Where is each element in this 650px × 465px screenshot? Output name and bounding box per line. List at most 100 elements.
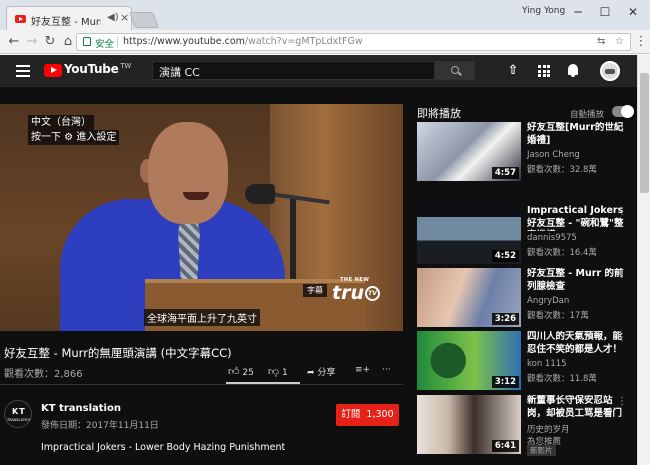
- more-actions-icon[interactable]: ···: [382, 365, 391, 375]
- lock-icon: [83, 37, 91, 46]
- dislike-count: 1: [282, 368, 288, 378]
- back-icon[interactable]: ←: [6, 34, 22, 50]
- recommended-title[interactable]: 好友互整[Murr的世紀婚禮]: [527, 122, 627, 147]
- search-input[interactable]: 演講 CC: [152, 61, 435, 80]
- account-avatar[interactable]: [600, 61, 620, 81]
- video-frame-microphone: [245, 184, 275, 204]
- recommended-thumbnail[interactable]: 3:26: [417, 268, 521, 327]
- recommended-video-5[interactable]: 6:41 新董事长守保安忍站岗，却被员工骂是看门 历史的岁月 為您推薦 新影片 …: [417, 395, 632, 456]
- minimize-button[interactable]: ─: [565, 2, 591, 22]
- autoplay-toggle[interactable]: [612, 105, 634, 118]
- youtube-favicon-icon: [15, 15, 26, 23]
- video-duration: 4:57: [491, 167, 519, 179]
- page-scrollbar[interactable]: [637, 55, 650, 465]
- video-title: 好友互整 - Murr的無厘頭演講 (中文字幕CC): [4, 346, 232, 360]
- recommended-video-2[interactable]: 4:52 Impractical Jokers 好友互整 - "碗和鷺"整容機構…: [417, 205, 632, 265]
- recommended-views: 觀看次數：32.8萬: [527, 165, 597, 175]
- search-icon: [451, 66, 459, 74]
- youtube-logo-icon[interactable]: [44, 64, 62, 77]
- dislike-button[interactable]: 👎︎ 1: [268, 365, 288, 378]
- recommended-video-4[interactable]: 3:12 四川人的天氣預報，能忍住不笑的都是人才！ kon 1115 觀看次數：…: [417, 331, 632, 391]
- recommended-views: 觀看次數：17萬: [527, 311, 589, 321]
- recommended-channel: Jason Cheng: [527, 150, 580, 160]
- video-duration: 6:41: [491, 440, 519, 452]
- omnibox[interactable]: 安全 https://www.youtube.com/watch?v=gMTpL…: [76, 33, 631, 51]
- recommended-title[interactable]: 四川人的天氣預報，能忍住不笑的都是人才！: [527, 331, 627, 356]
- more-options-icon[interactable]: ⋮: [617, 269, 627, 280]
- up-next-heading: 即將播放: [417, 107, 461, 120]
- tab-close-icon[interactable]: ×: [120, 11, 129, 24]
- youtube-logo-text[interactable]: YouTube TW: [64, 62, 131, 76]
- omnibox-separator: [117, 37, 118, 48]
- trutv-watermark: THE NEW tru TV: [332, 277, 380, 304]
- recommended-channel: kon 1115: [527, 359, 567, 369]
- recommended-thumbnail[interactable]: 4:57: [417, 122, 521, 181]
- more-options-icon[interactable]: ⋮: [617, 123, 627, 134]
- recommended-title[interactable]: 好友互整 - Murr 的前列腺檢查: [527, 268, 627, 293]
- recommended-views: 觀看次數：16.4萬: [527, 248, 597, 258]
- address-bar-row: ← → ↻ ⌂ 安全 https://www.youtube.com/watch…: [0, 30, 650, 54]
- video-duration: 3:12: [491, 376, 519, 388]
- recommended-title[interactable]: 新董事长守保安忍站岗，却被员工骂是看门: [527, 395, 627, 420]
- star-icon[interactable]: ☆: [615, 36, 624, 47]
- browser-user-name[interactable]: Ying Yong: [522, 6, 565, 16]
- browser-tab[interactable]: 好友互整 - Murr的無 ◀) ×: [6, 6, 132, 32]
- channel-avatar[interactable]: KT TRANSLATION: [4, 400, 32, 428]
- url-text[interactable]: https://www.youtube.com/watch?v=gMTpLdxt…: [123, 36, 363, 47]
- video-duration: 3:26: [491, 313, 519, 325]
- caption-settings-hint: 按一下 ⚙ 進入設定: [28, 130, 120, 145]
- recommended-video-1[interactable]: 4:57 好友互整[Murr的世紀婚禮] Jason Cheng 觀看次數：32…: [417, 122, 632, 182]
- share-icon: ➦: [307, 368, 315, 378]
- recommended-thumbnail[interactable]: 3:12: [417, 331, 521, 390]
- view-count: 觀看次數：2,866: [4, 369, 83, 380]
- more-options-icon[interactable]: ⋮: [617, 206, 627, 217]
- autoplay-label: 自動播放: [570, 110, 605, 120]
- video-frame-mouth: [183, 192, 209, 200]
- watermark-word: tru: [332, 282, 364, 304]
- url-path: /watch?v=gMTpLdxtFGw: [244, 36, 363, 47]
- add-to-playlist-icon[interactable]: ≡+: [355, 365, 370, 375]
- recommended-video-3[interactable]: 3:26 好友互整 - Murr 的前列腺檢查 AngryDan 觀看次數：17…: [417, 268, 632, 328]
- tab-title: 好友互整 - Murr的無: [31, 17, 101, 28]
- youtube-header: YouTube TW 演講 CC ⇧: [0, 55, 637, 87]
- like-button[interactable]: 👍︎ 25: [228, 365, 254, 378]
- like-icon: 👍︎: [228, 365, 240, 378]
- recommended-thumbnail[interactable]: 4:52: [417, 205, 521, 264]
- menu-kebab-icon[interactable]: ⋮: [633, 34, 649, 50]
- recommended-channel: dannis9575: [527, 233, 577, 243]
- subtitle-tag: 字幕: [303, 284, 327, 297]
- upload-icon[interactable]: ⇧: [506, 64, 520, 77]
- secure-label: 安全: [95, 39, 115, 50]
- apps-icon[interactable]: [538, 65, 550, 77]
- home-icon[interactable]: ⌂: [60, 34, 76, 50]
- dislike-icon: 👎︎: [268, 365, 280, 378]
- more-options-icon[interactable]: ⋮: [617, 332, 627, 343]
- search-button[interactable]: [435, 61, 475, 80]
- recommended-title[interactable]: Impractical Jokers 好友互整 - "碗和鷺"整容機構: [527, 205, 627, 231]
- subscribe-button[interactable]: 訂閱 1,300: [336, 404, 399, 426]
- like-count: 25: [242, 368, 254, 378]
- share-button[interactable]: ➦ 分享: [307, 365, 335, 378]
- scrollbar-thumb[interactable]: [640, 73, 649, 193]
- channel-avatar-text: TRANSLATION: [7, 418, 32, 422]
- recommended-thumbnail[interactable]: 6:41: [417, 395, 521, 454]
- recommended-views: 觀看次數：11.8萬: [527, 374, 597, 384]
- logo-region: TW: [120, 62, 132, 70]
- url-host: https://www.youtube.com: [123, 36, 245, 47]
- maximize-button[interactable]: ☐: [592, 2, 618, 22]
- recommended-channel: AngryDan: [527, 296, 570, 306]
- youtube-page: YouTube TW 演講 CC ⇧ 中文（台灣） 按一下 ⚙ 進入設定 字幕 T…: [0, 55, 637, 465]
- channel-name[interactable]: KT translation: [41, 403, 121, 414]
- forward-icon[interactable]: →: [24, 34, 40, 50]
- channel-avatar-initials: KT: [12, 407, 26, 416]
- video-description: Impractical Jokers - Lower Body Hazing P…: [41, 442, 286, 453]
- search-value: 演講 CC: [159, 66, 200, 79]
- watermark-small: THE NEW: [340, 277, 370, 283]
- menu-icon[interactable]: [16, 65, 30, 77]
- close-window-button[interactable]: ✕: [620, 2, 646, 22]
- notifications-icon[interactable]: [568, 64, 578, 77]
- reload-icon[interactable]: ↻: [42, 34, 58, 50]
- more-options-icon[interactable]: ⋮: [617, 396, 627, 407]
- translate-icon[interactable]: ⇆: [597, 36, 605, 47]
- video-player[interactable]: 中文（台灣） 按一下 ⚙ 進入設定 字幕 THE NEW tru TV 全球海平面上…: [0, 104, 403, 331]
